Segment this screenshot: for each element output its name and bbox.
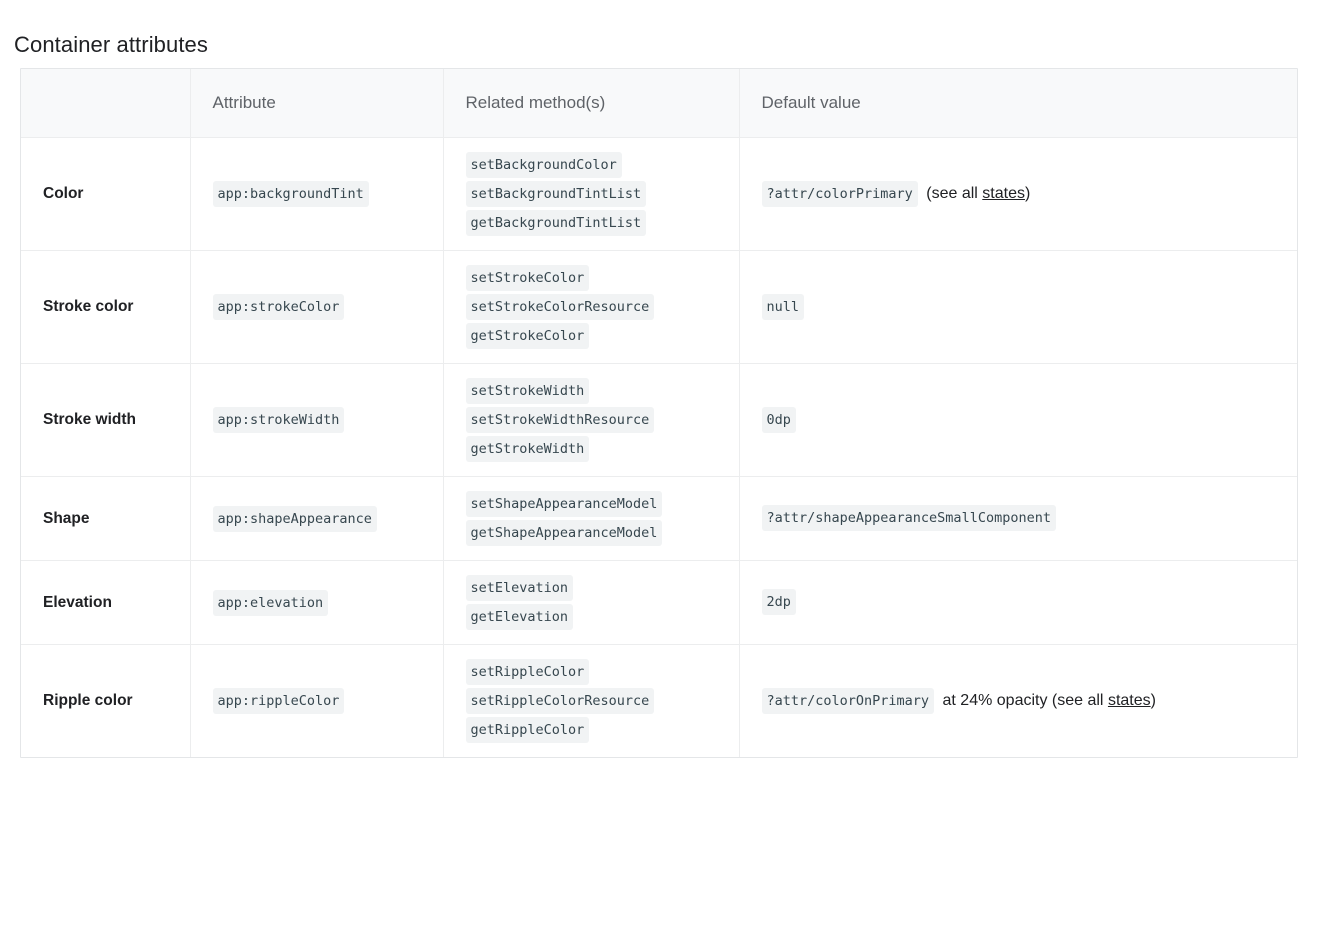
table-row: Ripple color app:rippleColor setRippleColo… bbox=[21, 644, 1297, 758]
default-value: null bbox=[761, 293, 1298, 320]
default-value-cell: null bbox=[739, 250, 1298, 364]
row-label: Ripple color bbox=[43, 692, 133, 709]
method-list: setElevation getElevation bbox=[465, 575, 739, 630]
method-code: getStrokeWidth bbox=[465, 436, 590, 462]
column-header-related-methods: Related method(s) bbox=[443, 69, 740, 138]
default-value-cell: ?attr/shapeAppearanceSmallComponent bbox=[739, 476, 1298, 561]
related-methods-cell: setStrokeWidth setStrokeWidthResource getS… bbox=[443, 363, 740, 477]
row-label: Elevation bbox=[43, 593, 112, 611]
states-link[interactable]: states bbox=[1108, 692, 1151, 709]
method-list: setStrokeWidth setStrokeWidthResource getS… bbox=[465, 378, 739, 462]
default-value: 2dp bbox=[761, 589, 1298, 616]
attribute-cell: app:strokeColor bbox=[190, 250, 444, 364]
attribute-cell: app:shapeAppearance bbox=[190, 476, 444, 561]
table-body: Color app:backgroundTint setBackgroundColo… bbox=[21, 137, 1298, 758]
default-value-note: (see all states) bbox=[922, 185, 1030, 202]
table-row: Shape app:shapeAppearance setShapeAppearan… bbox=[21, 476, 1298, 561]
default-value-note-text: (see all bbox=[921, 185, 983, 203]
column-header-default-value: Default value bbox=[739, 69, 1297, 138]
states-link[interactable]: states bbox=[982, 185, 1025, 202]
row-label: Stroke width bbox=[43, 411, 137, 428]
method-code: getBackgroundTintList bbox=[465, 210, 647, 236]
default-value-code: null bbox=[761, 293, 805, 320]
default-value-note: at 24% opacity (see all states) bbox=[938, 692, 1156, 709]
table-row: Color app:backgroundTint setBackgroundColo… bbox=[21, 137, 1298, 251]
related-methods-cell: setRippleColor setRippleColorResource getR… bbox=[443, 644, 740, 757]
related-methods-cell: setBackgroundColor setBackgroundTintList g… bbox=[443, 137, 740, 251]
default-value-cell: ?attr/colorOnPrimary at 24% opacity (see… bbox=[739, 645, 1297, 758]
table-row: Stroke color app:strokeColor setStrokeColo… bbox=[21, 250, 1298, 364]
method-code: setStrokeWidth bbox=[465, 378, 590, 404]
default-value: ?attr/colorOnPrimary at 24% opacity (see… bbox=[761, 687, 1298, 714]
attribute-code: app:rippleColor bbox=[212, 688, 345, 714]
related-methods-cell: setElevation getElevation bbox=[443, 560, 740, 645]
table-header-row: Attribute Related method(s) Default valu… bbox=[21, 69, 1297, 138]
default-value-note-text: at 24% opacity (see all bbox=[938, 692, 1108, 710]
default-value-note-suffix: ) bbox=[1150, 692, 1156, 710]
column-header-attribute: Attribute bbox=[190, 69, 444, 138]
default-value-note-suffix: ) bbox=[1024, 185, 1031, 203]
method-code: setRippleColorResource bbox=[465, 688, 655, 714]
method-code: setBackgroundColor bbox=[465, 152, 622, 178]
default-value: 0dp bbox=[761, 406, 1298, 433]
method-list: setRippleColor setRippleColorResource getR… bbox=[465, 659, 739, 743]
related-methods-cell: setShapeAppearanceModel getShapeAppearanc… bbox=[443, 476, 740, 561]
default-value-cell: 2dp bbox=[739, 560, 1298, 645]
default-value-cell: 0dp bbox=[739, 363, 1298, 477]
row-label: Color bbox=[43, 185, 84, 202]
attribute-code: app:shapeAppearance bbox=[212, 505, 377, 532]
table-header: Attribute Related method(s) Default valu… bbox=[21, 69, 1297, 138]
method-code: setElevation bbox=[465, 575, 574, 601]
default-value: ?attr/shapeAppearanceSmallComponent bbox=[761, 505, 1298, 532]
method-list: setShapeAppearanceModel getShapeAppearanc… bbox=[465, 491, 739, 546]
page-title: Container attributes bbox=[14, 32, 208, 58]
attribute-cell: app:strokeWidth bbox=[190, 363, 444, 477]
row-label: Shape bbox=[43, 509, 90, 527]
method-list: setStrokeColor setStrokeColorResource getS… bbox=[465, 265, 739, 349]
default-value-code: ?attr/colorPrimary bbox=[761, 180, 918, 207]
method-list: setBackgroundColor setBackgroundTintList g… bbox=[465, 152, 739, 236]
attribute-cell: app:backgroundTint bbox=[190, 137, 444, 251]
method-code: setRippleColor bbox=[465, 659, 590, 685]
default-value-code: 0dp bbox=[761, 406, 796, 433]
method-code: setBackgroundTintList bbox=[465, 181, 647, 207]
documentation-page: Container attributes Attribute Related m… bbox=[0, 0, 1323, 945]
row-label: Stroke color bbox=[43, 298, 134, 315]
row-label-cell: Color bbox=[21, 137, 191, 251]
table-row: Elevation app:elevation setElevation getEle… bbox=[21, 560, 1298, 645]
attribute-cell: app:rippleColor bbox=[190, 644, 444, 757]
attribute-cell: app:elevation bbox=[190, 560, 444, 645]
related-methods-cell: setStrokeColor setStrokeColorResource getS… bbox=[443, 250, 740, 364]
attribute-code: app:backgroundTint bbox=[212, 181, 369, 207]
attribute-code: app:strokeWidth bbox=[212, 407, 345, 433]
method-code: getRippleColor bbox=[465, 717, 590, 743]
method-code: setStrokeWidthResource bbox=[465, 407, 655, 433]
default-value-code: ?attr/shapeAppearanceSmallComponent bbox=[761, 505, 1056, 532]
attribute-code: app:strokeColor bbox=[212, 294, 345, 320]
column-header-blank bbox=[21, 69, 191, 138]
method-code: getElevation bbox=[465, 604, 574, 630]
row-label-cell: Stroke color bbox=[21, 250, 191, 364]
method-code: setShapeAppearanceModel bbox=[465, 491, 663, 517]
row-label-cell: Shape bbox=[21, 476, 191, 561]
table-row: Stroke width app:strokeWidth setStrokeWidt… bbox=[21, 363, 1298, 477]
row-label-cell: Ripple color bbox=[21, 644, 191, 757]
container-attributes-table: Attribute Related method(s) Default valu… bbox=[21, 69, 1297, 757]
attribute-code: app:elevation bbox=[212, 589, 329, 616]
method-code: setStrokeColorResource bbox=[465, 294, 655, 320]
container-attributes-table-wrapper: Attribute Related method(s) Default valu… bbox=[20, 68, 1298, 758]
method-code: getShapeAppearanceModel bbox=[465, 520, 663, 546]
row-label-cell: Stroke width bbox=[21, 363, 191, 477]
method-code: getStrokeColor bbox=[465, 323, 590, 349]
row-label-cell: Elevation bbox=[21, 560, 191, 645]
default-value-code: 2dp bbox=[761, 589, 796, 616]
default-value: ?attr/colorPrimary (see all states) bbox=[761, 180, 1298, 207]
default-value-cell: ?attr/colorPrimary (see all states) bbox=[739, 137, 1298, 251]
method-code: setStrokeColor bbox=[465, 265, 590, 291]
default-value-code: ?attr/colorOnPrimary bbox=[761, 687, 935, 714]
